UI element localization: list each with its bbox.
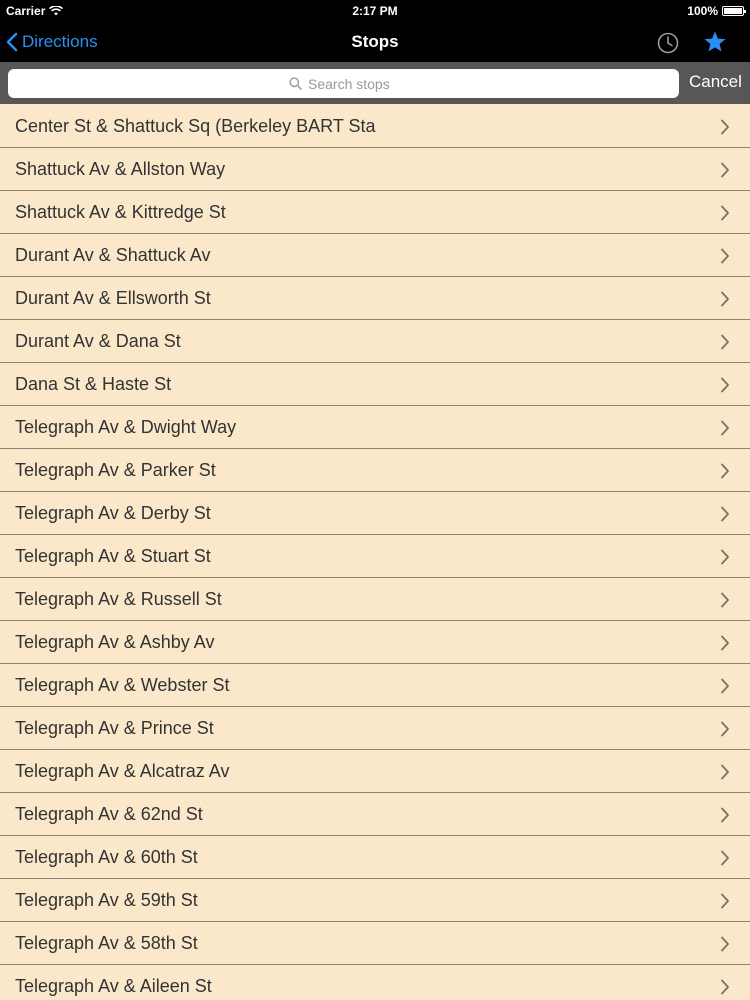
stop-name: Telegraph Av & 58th St (15, 933, 198, 953)
chevron-right-icon (721, 377, 729, 393)
search-field[interactable] (8, 69, 679, 98)
chevron-right-icon (721, 119, 729, 135)
chevron-right-icon (721, 850, 729, 866)
chevron-right-icon (721, 678, 729, 694)
stop-name: Center St & Shattuck Sq (Berkeley BART S… (15, 116, 376, 136)
stop-name: Telegraph Av & Derby St (15, 503, 211, 523)
chevron-right-icon (721, 764, 729, 780)
search-bar: Cancel (0, 62, 750, 104)
stop-name: Telegraph Av & Parker St (15, 460, 216, 480)
stop-name: Durant Av & Dana St (15, 331, 181, 351)
history-button[interactable] (655, 30, 681, 56)
stop-name: Shattuck Av & Kittredge St (15, 202, 226, 222)
chevron-right-icon (721, 979, 729, 995)
stop-row[interactable]: Telegraph Av & Parker St (0, 449, 750, 492)
stop-row[interactable]: Telegraph Av & 58th St (0, 922, 750, 965)
stop-name: Durant Av & Ellsworth St (15, 288, 211, 308)
status-bar: Carrier 2:17 PM 100% (0, 0, 750, 22)
stop-row[interactable]: Telegraph Av & Ashby Av (0, 621, 750, 664)
stop-row[interactable]: Telegraph Av & 59th St (0, 879, 750, 922)
stop-row[interactable]: Telegraph Av & Stuart St (0, 535, 750, 578)
stop-row[interactable]: Shattuck Av & Kittredge St (0, 191, 750, 234)
stop-row[interactable]: Telegraph Av & Prince St (0, 707, 750, 750)
navigation-bar: Directions Stops (0, 22, 750, 62)
stop-name: Telegraph Av & 62nd St (15, 804, 203, 824)
chevron-right-icon (721, 721, 729, 737)
stop-list[interactable]: Center St & Shattuck Sq (Berkeley BART S… (0, 105, 750, 1000)
chevron-right-icon (721, 162, 729, 178)
chevron-right-icon (721, 807, 729, 823)
stop-name: Telegraph Av & 59th St (15, 890, 198, 910)
chevron-right-icon (721, 936, 729, 952)
stop-row[interactable]: Telegraph Av & Aileen St (0, 965, 750, 1000)
chevron-right-icon (721, 334, 729, 350)
battery-percent: 100% (687, 4, 718, 18)
stop-row[interactable]: Durant Av & Shattuck Av (0, 234, 750, 277)
stop-name: Dana St & Haste St (15, 374, 172, 394)
search-icon (289, 77, 302, 90)
stop-row[interactable]: Center St & Shattuck Sq (Berkeley BART S… (0, 105, 750, 148)
stop-row[interactable]: Shattuck Av & Allston Way (0, 148, 750, 191)
star-icon (704, 31, 726, 52)
stop-row[interactable]: Telegraph Av & Dwight Way (0, 406, 750, 449)
chevron-right-icon (721, 463, 729, 479)
chevron-right-icon (721, 549, 729, 565)
stop-name: Telegraph Av & 60th St (15, 847, 198, 867)
chevron-right-icon (721, 205, 729, 221)
chevron-right-icon (721, 291, 729, 307)
chevron-right-icon (721, 506, 729, 522)
search-input[interactable] (308, 75, 398, 92)
stop-name: Telegraph Av & Aileen St (15, 976, 212, 996)
stop-name: Telegraph Av & Alcatraz Av (15, 761, 230, 781)
stop-name: Telegraph Av & Prince St (15, 718, 214, 738)
stop-row[interactable]: Durant Av & Dana St (0, 320, 750, 363)
stop-row[interactable]: Telegraph Av & 62nd St (0, 793, 750, 836)
stop-row[interactable]: Telegraph Av & Alcatraz Av (0, 750, 750, 793)
stop-row[interactable]: Telegraph Av & Russell St (0, 578, 750, 621)
stop-name: Durant Av & Shattuck Av (15, 245, 211, 265)
chevron-right-icon (721, 420, 729, 436)
stop-row[interactable]: Durant Av & Ellsworth St (0, 277, 750, 320)
battery-icon (722, 6, 746, 16)
stop-name: Telegraph Av & Webster St (15, 675, 230, 695)
battery-indicator: 100% (687, 4, 746, 18)
stop-row[interactable]: Telegraph Av & Derby St (0, 492, 750, 535)
stop-name: Telegraph Av & Stuart St (15, 546, 211, 566)
chevron-right-icon (721, 893, 729, 909)
status-time: 2:17 PM (352, 4, 398, 18)
stop-row[interactable]: Dana St & Haste St (0, 363, 750, 406)
clock-icon (657, 32, 679, 54)
stop-name: Telegraph Av & Dwight Way (15, 417, 237, 437)
stop-name: Telegraph Av & Russell St (15, 589, 222, 609)
stop-row[interactable]: Telegraph Av & Webster St (0, 664, 750, 707)
chevron-right-icon (721, 248, 729, 264)
stop-name: Telegraph Av & Ashby Av (15, 632, 215, 652)
page-title: Stops (351, 32, 399, 51)
favorites-button[interactable] (702, 29, 728, 55)
cancel-button[interactable]: Cancel (689, 72, 742, 92)
stop-name: Shattuck Av & Allston Way (15, 159, 226, 179)
chevron-right-icon (721, 592, 729, 608)
stop-row[interactable]: Telegraph Av & 60th St (0, 836, 750, 879)
chevron-right-icon (721, 635, 729, 651)
search-field-content (289, 75, 398, 92)
